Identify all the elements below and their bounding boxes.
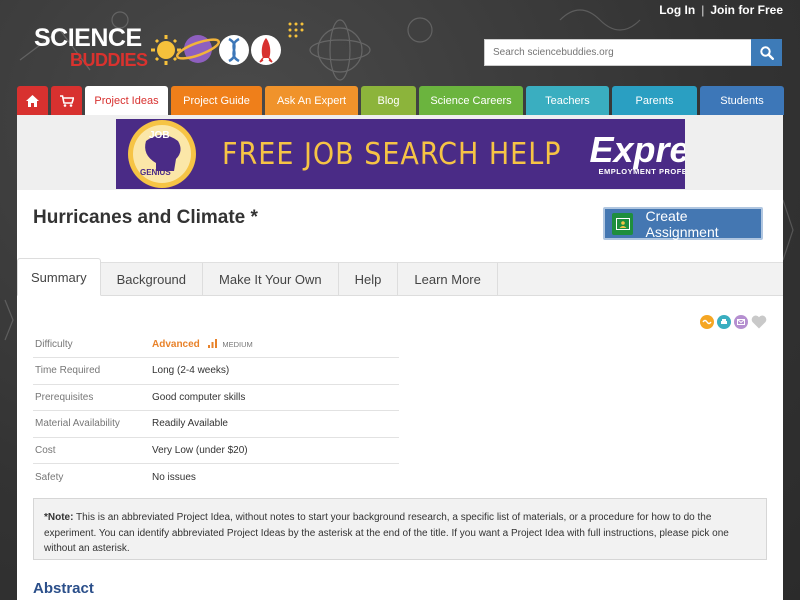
nav-blog[interactable]: Blog xyxy=(361,86,416,115)
tab-make-it-your-own[interactable]: Make It Your Own xyxy=(203,263,339,296)
table-row: Difficulty Advanced MEDIUM xyxy=(33,331,399,358)
email-button[interactable] xyxy=(734,315,748,329)
badge-text-job: JOB xyxy=(149,130,170,141)
nav-cart[interactable] xyxy=(51,86,82,115)
nav-home[interactable] xyxy=(17,86,48,115)
ad-headline: FREE JOB SEARCH HELP xyxy=(222,136,562,172)
page-tools xyxy=(700,315,767,329)
difficulty-level: Advanced xyxy=(152,338,200,350)
abbreviated-project-note: *Note: This is an abbreviated Project Id… xyxy=(33,498,767,560)
fact-label: Prerequisites xyxy=(33,384,152,411)
nav-ask-an-expert[interactable]: Ask An Expert xyxy=(265,86,358,115)
fact-value: Good computer skills xyxy=(152,384,399,411)
email-icon xyxy=(737,319,745,325)
fact-label: Cost xyxy=(33,437,152,464)
table-row: Time Required Long (2-4 weeks) xyxy=(33,357,399,385)
site-logo[interactable]: SCIENCE BUDDIES xyxy=(32,22,304,78)
project-tabs: Summary Background Make It Your Own Help… xyxy=(17,258,783,296)
nav-parents[interactable]: Parents xyxy=(612,86,697,115)
create-assignment-label: Create Assignment xyxy=(645,207,719,240)
share-button[interactable] xyxy=(700,315,714,329)
nav-project-ideas[interactable]: Project Ideas xyxy=(85,86,168,115)
print-icon xyxy=(721,319,727,324)
tab-summary[interactable]: Summary xyxy=(17,258,101,296)
fact-label: Safety xyxy=(35,471,64,483)
fact-value: Long (2-4 weeks) xyxy=(152,357,399,385)
cart-icon xyxy=(59,94,74,107)
table-row: Prerequisites Good computer skills xyxy=(33,384,399,411)
fact-label: Difficulty xyxy=(33,331,152,358)
auth-links: Log In | Join for Free xyxy=(659,3,783,17)
difficulty-sublevel: MEDIUM xyxy=(222,339,253,349)
ad-band: JOB GENIUS FREE JOB SEARCH HELP Express … xyxy=(17,115,783,190)
print-button[interactable] xyxy=(717,315,731,329)
advertisement-banner[interactable]: JOB GENIUS FREE JOB SEARCH HELP Express … xyxy=(116,119,685,189)
favorite-button[interactable] xyxy=(751,315,767,329)
search-button[interactable] xyxy=(751,39,782,66)
project-facts-table: Difficulty Advanced MEDIUM Time Required… xyxy=(33,331,399,490)
difficulty-value: Advanced MEDIUM xyxy=(152,331,399,358)
main-nav: Project Ideas Project Guide Ask An Exper… xyxy=(17,86,784,115)
logo-science-icons xyxy=(151,22,304,65)
create-assignment-button[interactable]: Create Assignment xyxy=(603,207,763,240)
difficulty-bars-icon xyxy=(207,338,217,348)
ad-brand-sub: EMPLOYMENT PROFESSIONALS xyxy=(598,166,685,176)
page-title: Hurricanes and Climate * xyxy=(33,207,258,228)
logo-word-buddies: BUDDIES xyxy=(70,50,148,70)
site-header: Log In | Join for Free SCIENCE BUDDIES S… xyxy=(0,0,800,120)
abstract-heading: Abstract xyxy=(33,580,94,597)
nav-teachers[interactable]: Teachers xyxy=(526,86,609,115)
heart-icon xyxy=(751,315,767,329)
nav-project-guide[interactable]: Project Guide xyxy=(171,86,262,115)
login-link[interactable]: Log In xyxy=(659,3,695,17)
fact-value: No issues xyxy=(152,471,196,483)
join-link[interactable]: Join for Free xyxy=(710,3,783,17)
site-search xyxy=(484,39,782,66)
table-row: Cost Very Low (under $20) xyxy=(33,437,399,464)
table-row: Material Availability Readily Available xyxy=(33,410,399,438)
ad-brand-name: Express xyxy=(589,128,685,170)
tab-learn-more[interactable]: Learn More xyxy=(398,263,498,296)
search-input[interactable] xyxy=(484,39,751,66)
table-row: Safety No issues xyxy=(33,464,399,491)
fact-label: Material Availability xyxy=(33,410,152,438)
badge-text-genius: GENIUS xyxy=(140,168,171,177)
auth-separator: | xyxy=(701,3,705,17)
tab-background[interactable]: Background xyxy=(101,263,204,296)
job-genius-badge: JOB GENIUS xyxy=(116,119,206,189)
nav-students[interactable]: Students xyxy=(700,86,784,115)
google-classroom-icon xyxy=(612,212,634,235)
share-icon xyxy=(702,319,712,325)
fact-value: Readily Available xyxy=(152,410,399,438)
tab-help[interactable]: Help xyxy=(339,263,399,296)
logo-word-science: SCIENCE xyxy=(34,24,142,52)
fact-label: Time Required xyxy=(33,357,152,385)
home-icon xyxy=(26,94,39,107)
nav-science-careers[interactable]: Science Careers xyxy=(419,86,523,115)
search-icon xyxy=(759,45,774,60)
note-prefix: *Note: xyxy=(44,512,74,523)
note-text: This is an abbreviated Project Idea, wit… xyxy=(44,512,729,554)
main-content: JOB GENIUS FREE JOB SEARCH HELP Express … xyxy=(17,115,783,600)
fact-value: Very Low (under $20) xyxy=(152,437,399,464)
ad-brand: Express EMPLOYMENT PROFESSIONALS xyxy=(589,128,685,176)
